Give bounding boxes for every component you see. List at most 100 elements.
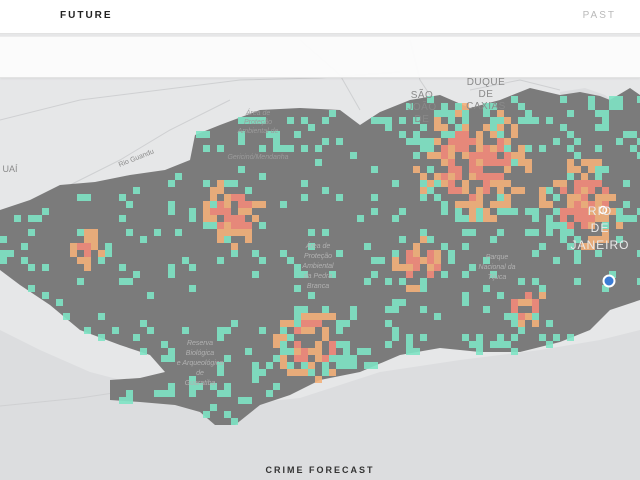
heatmap-cell	[483, 145, 490, 152]
heatmap-cell	[294, 320, 301, 327]
heatmap-cell	[441, 271, 448, 278]
heatmap-cell	[525, 292, 532, 299]
heatmap-cell	[413, 152, 420, 159]
heatmap-cell	[595, 180, 602, 187]
heatmap-cell	[483, 285, 490, 292]
heatmap-cell	[336, 194, 343, 201]
heatmap-cell	[490, 215, 497, 222]
heatmap-cell	[455, 215, 462, 222]
heatmap-cell	[490, 173, 497, 180]
heatmap-cell	[511, 306, 518, 313]
heatmap-cell	[371, 208, 378, 215]
heatmap-cell	[448, 159, 455, 166]
heatmap-cell	[525, 229, 532, 236]
heatmap-cell	[315, 348, 322, 355]
heatmap-cell	[420, 145, 427, 152]
heatmap-cell	[224, 194, 231, 201]
heatmap-cell	[532, 313, 539, 320]
heatmap-cell	[525, 299, 532, 306]
heatmap-cell	[476, 166, 483, 173]
heatmap-cell	[385, 306, 392, 313]
heatmap-cell	[497, 229, 504, 236]
heatmap-cell	[301, 145, 308, 152]
heatmap-cell	[294, 264, 301, 271]
heatmap-cell	[616, 103, 623, 110]
heatmap-cell	[133, 334, 140, 341]
heatmap-cell	[546, 201, 553, 208]
heatmap-cell	[91, 243, 98, 250]
heatmap-cell	[595, 194, 602, 201]
heatmap-cell	[336, 250, 343, 257]
label-guaratiba: Guaratiba	[185, 380, 216, 387]
heatmap-cell	[42, 264, 49, 271]
heatmap-cell	[413, 138, 420, 145]
heatmap-cell	[511, 96, 518, 103]
heatmap-cell	[539, 243, 546, 250]
label-sao-joao: DE	[415, 114, 430, 125]
heatmap-cell	[126, 390, 133, 397]
heatmap-cell	[518, 327, 525, 334]
heatmap-cell	[483, 180, 490, 187]
heatmap-cell	[315, 159, 322, 166]
heatmap-cell	[308, 327, 315, 334]
heatmap-cell	[574, 278, 581, 285]
heatmap-cell	[91, 236, 98, 243]
heatmap-cell	[504, 201, 511, 208]
heatmap-cell	[553, 194, 560, 201]
heatmap-cell	[420, 194, 427, 201]
heatmap-cell	[476, 173, 483, 180]
current-location-dot[interactable]	[602, 274, 616, 288]
timeline-panel[interactable]	[0, 36, 640, 78]
heatmap-cell	[630, 215, 637, 222]
heatmap-cell	[434, 180, 441, 187]
heatmap-cell	[427, 264, 434, 271]
heatmap-cell	[329, 110, 336, 117]
label-tijuca: Parque	[486, 254, 509, 261]
heatmap-cell	[483, 159, 490, 166]
heatmap-cell	[0, 257, 7, 264]
heatmap-cell	[588, 103, 595, 110]
heatmap-cell	[217, 201, 224, 208]
heatmap-cell	[161, 390, 168, 397]
heatmap-cell	[497, 208, 504, 215]
heatmap-cell	[189, 215, 196, 222]
heatmap-cell	[497, 194, 504, 201]
heatmap-cell	[301, 362, 308, 369]
tab-past[interactable]: PAST	[583, 10, 616, 21]
heatmap-cell	[84, 250, 91, 257]
heatmap-cell	[441, 131, 448, 138]
heatmap-cell	[581, 187, 588, 194]
heatmap-cell	[511, 320, 518, 327]
heatmap-cell	[0, 236, 7, 243]
heatmap-cell	[189, 208, 196, 215]
heatmap-cell	[392, 264, 399, 271]
heatmap-cell	[434, 117, 441, 124]
heatmap-cell	[329, 369, 336, 376]
heatmap-cell	[595, 145, 602, 152]
heatmap-cell	[322, 369, 329, 376]
heatmap-cell	[504, 208, 511, 215]
heatmap-cell	[455, 131, 462, 138]
heatmap-cell	[574, 152, 581, 159]
heatmap-cell	[168, 208, 175, 215]
heatmap-cell	[28, 285, 35, 292]
heatmap-cell	[504, 117, 511, 124]
heatmap-cell	[217, 257, 224, 264]
heatmap-cell	[420, 285, 427, 292]
heatmap-cell	[231, 250, 238, 257]
heatmap-cell	[378, 257, 385, 264]
tab-future[interactable]: FUTURE	[60, 10, 113, 21]
heatmap-cell	[238, 229, 245, 236]
heatmap-cell	[287, 145, 294, 152]
heatmap-cell	[168, 201, 175, 208]
heatmap-cell	[238, 215, 245, 222]
heatmap-cell	[560, 180, 567, 187]
heatmap-cell	[588, 159, 595, 166]
heatmap-cell	[126, 229, 133, 236]
heatmap-cell	[441, 243, 448, 250]
heatmap-cell	[574, 194, 581, 201]
heatmap-cell	[329, 341, 336, 348]
heatmap-cell	[427, 138, 434, 145]
heatmap-cell	[490, 145, 497, 152]
heatmap-cell	[448, 152, 455, 159]
